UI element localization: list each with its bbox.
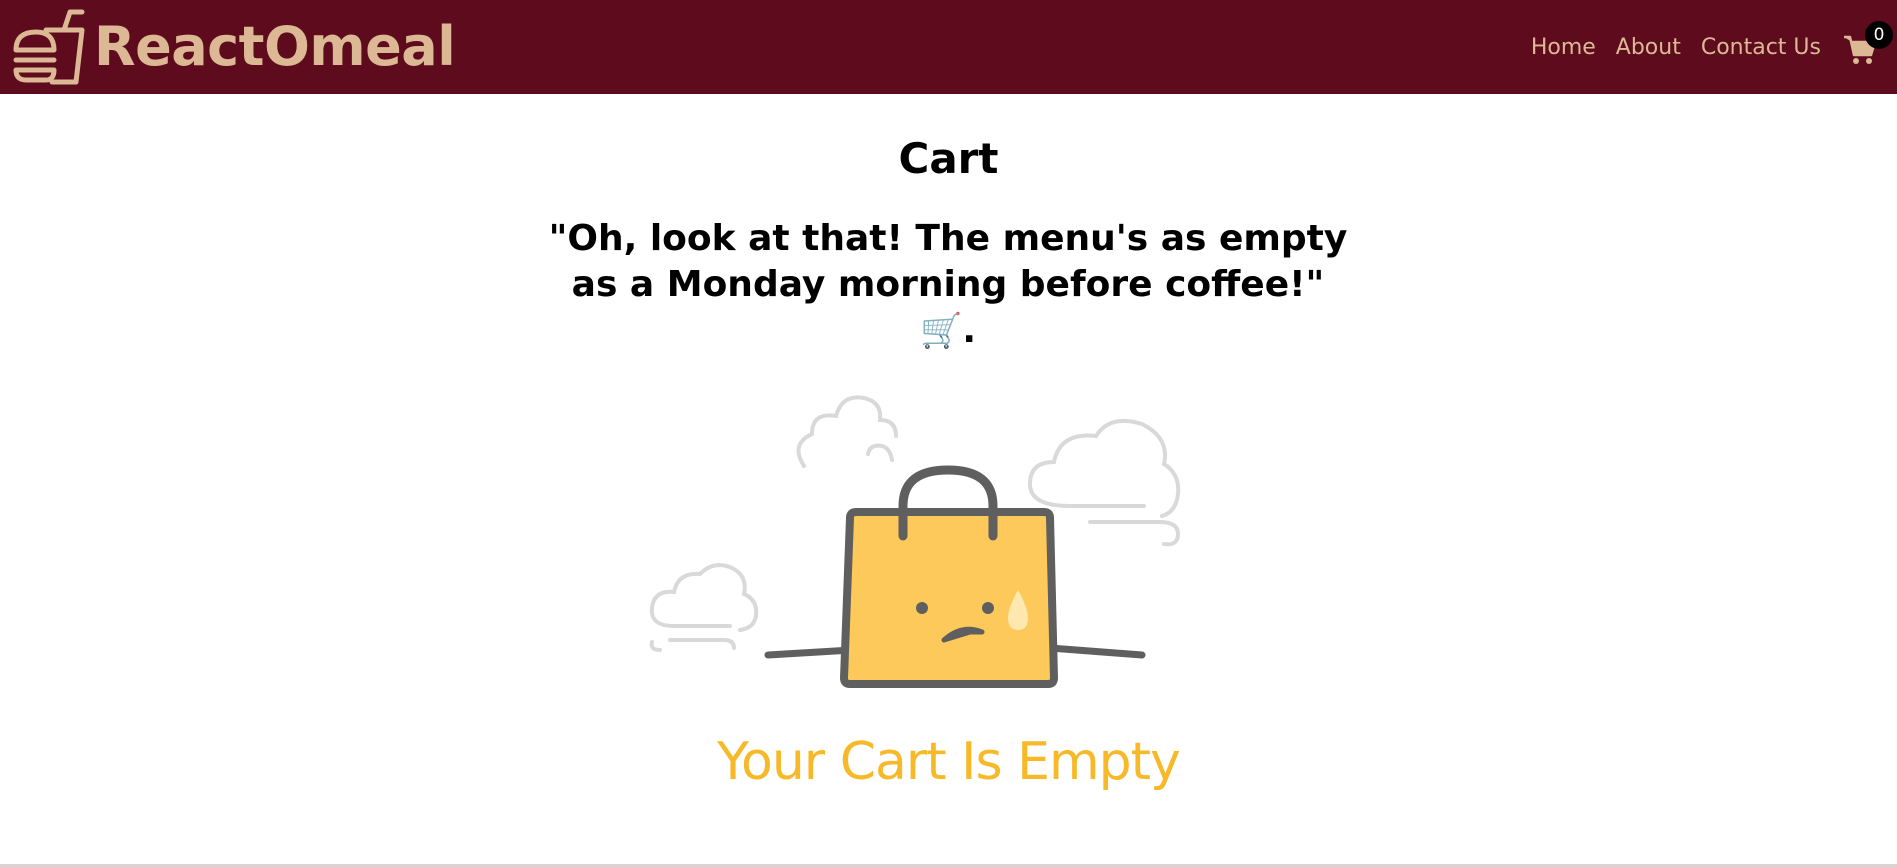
- empty-cart-caption: Your Cart Is Empty: [717, 732, 1181, 792]
- burger-drink-icon: [13, 9, 85, 85]
- cart-count-badge: 0: [1865, 21, 1893, 49]
- nav-home-link[interactable]: Home: [1531, 35, 1596, 60]
- empty-cart-message: "Oh, look at that! The menu's as empty a…: [548, 216, 1348, 354]
- cart-page: Cart "Oh, look at that! The menu's as em…: [0, 94, 1897, 864]
- brand-link[interactable]: ReactOmeal: [12, 8, 456, 86]
- message-suffix: .: [962, 310, 977, 351]
- page-title: Cart: [898, 134, 999, 183]
- shopping-cart-emoji: 🛒: [919, 311, 963, 351]
- brand-name: ReactOmeal: [94, 15, 456, 78]
- nav-links: Home About Contact Us 0: [1531, 21, 1893, 67]
- empty-cart-message-text: "Oh, look at that! The menu's as empty a…: [548, 218, 1348, 305]
- cart-button[interactable]: 0: [1843, 21, 1893, 67]
- sad-shopping-bag-icon: [649, 395, 1181, 688]
- nav-about-link[interactable]: About: [1616, 35, 1681, 60]
- nav-contact-link[interactable]: Contact Us: [1701, 35, 1821, 60]
- top-navbar: ReactOmeal Home About Contact Us 0: [0, 0, 1897, 94]
